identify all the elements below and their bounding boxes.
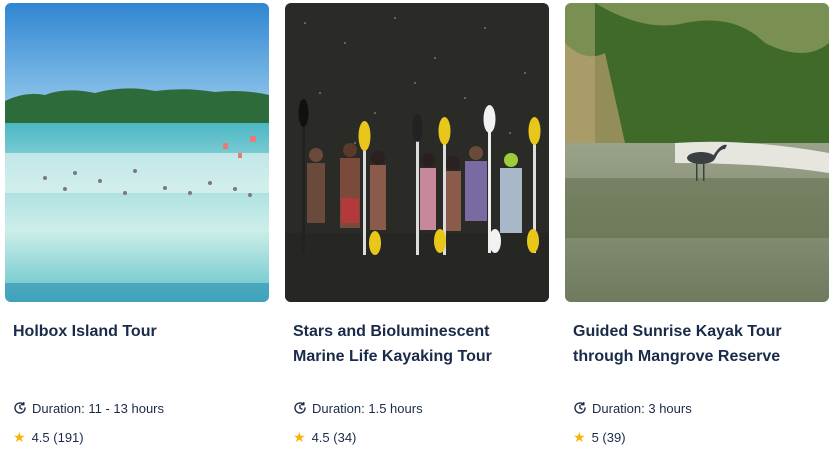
- review-count: (191): [53, 429, 84, 445]
- tour-title[interactable]: Guided Sunrise Kayak Tour through Mangro…: [573, 319, 823, 369]
- tour-card-bioluminescent[interactable]: Stars and Bioluminescent Marine Life Kay…: [285, 3, 549, 463]
- tour-photo-mangrove[interactable]: [565, 3, 829, 302]
- star-icon: ★: [293, 428, 306, 445]
- tour-rating: ★ 5 (39): [573, 427, 626, 447]
- rating-value: 5: [591, 429, 599, 445]
- clock-duration-icon: [574, 401, 586, 414]
- rating-value: 4.5: [31, 429, 50, 445]
- tour-photo-bioluminescent[interactable]: [285, 3, 549, 302]
- duration-text: Duration: 11 - 13 hours: [32, 400, 164, 416]
- review-count: (39): [602, 429, 626, 445]
- tour-photo-holbox[interactable]: [5, 3, 269, 302]
- review-count: (34): [333, 429, 357, 445]
- clock-duration-icon: [14, 401, 26, 414]
- tour-duration: Duration: 1.5 hours: [293, 398, 423, 418]
- tour-title[interactable]: Stars and Bioluminescent Marine Life Kay…: [293, 319, 543, 369]
- tour-duration: Duration: 11 - 13 hours: [13, 398, 164, 418]
- tour-duration: Duration: 3 hours: [573, 398, 692, 418]
- tour-card-grid: Holbox Island Tour Duration: 11 - 13 hou…: [0, 0, 835, 473]
- tour-card-mangrove[interactable]: Guided Sunrise Kayak Tour through Mangro…: [565, 3, 829, 463]
- star-icon: ★: [13, 428, 26, 445]
- clock-duration-icon: [294, 401, 306, 414]
- duration-text: Duration: 3 hours: [592, 400, 692, 416]
- tour-title[interactable]: Holbox Island Tour: [13, 319, 263, 344]
- star-icon: ★: [573, 428, 586, 445]
- tour-rating: ★ 4.5 (34): [293, 427, 356, 447]
- rating-value: 4.5: [311, 429, 330, 445]
- duration-text: Duration: 1.5 hours: [312, 400, 423, 416]
- tour-card-holbox[interactable]: Holbox Island Tour Duration: 11 - 13 hou…: [5, 3, 269, 463]
- tour-rating: ★ 4.5 (191): [13, 427, 84, 447]
